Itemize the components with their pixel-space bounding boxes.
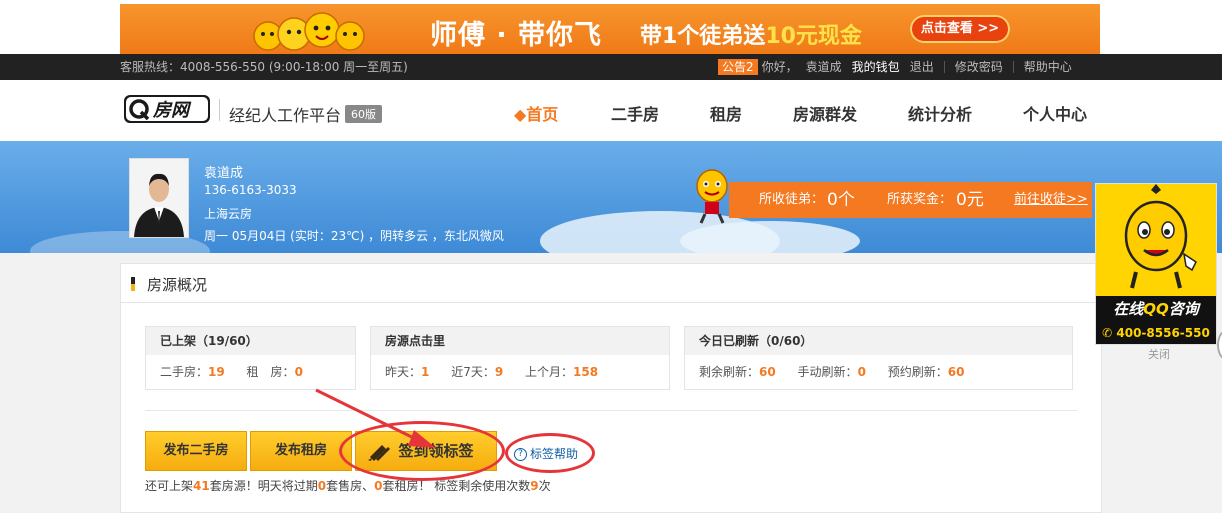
remain-label: 剩余刷新： [699, 365, 760, 379]
qq-mascot-icon [1124, 184, 1197, 289]
tag-remaining: 9 [530, 479, 539, 493]
status-segment: 套租房！ 标签剩余使用次数 [382, 479, 531, 493]
collect-apprentice-link[interactable]: 前往收徒>> [1014, 182, 1088, 218]
month-count: 158 [573, 365, 599, 379]
hotline-text: 客服热线：4008-556-550 (9:00-18:00 周一至周五) [120, 60, 408, 74]
profile-company: 上海云房 [204, 207, 253, 221]
banner-subline: 带1个徒弟送10元现金 [640, 18, 862, 50]
refresh-body: 剩余刷新：60 手动刷新：0 预约刷新：60 [685, 355, 1072, 389]
username-link[interactable]: 袁道成 [806, 54, 842, 80]
apprentice-reward-bar: 所收徒弟： 0个 所获奖金： 0元 前往收徒>> [729, 182, 1092, 218]
listed-header: 已上架（19/60） [146, 327, 355, 355]
banner-sub-text: 带1个徒弟送 [640, 24, 766, 49]
status-segment: 套售房、 [326, 479, 375, 493]
apprentice-count: 0个 [827, 190, 855, 210]
version-badge: 60版 [345, 105, 382, 123]
profile-phone: 136-6163-3033 [204, 183, 297, 197]
qq-phone: ✆ 400-8556-550 [1096, 322, 1216, 344]
scheduled-label: 预约刷新： [887, 365, 948, 379]
qq-title-prefix: 在线 [1113, 300, 1144, 318]
apprentice-label: 所收徒弟： [759, 192, 825, 207]
refresh-header: 今日已刷新（0/60） [685, 327, 1072, 355]
site-header: 房网 经纪人工作平台 60版 ◆首页 二手房 租房 房源群发 统计分析 个人中心 [0, 80, 1222, 142]
platform-title: 经纪人工作平台 [229, 106, 342, 125]
divider [145, 410, 1077, 411]
rent-label: 租 房： [246, 365, 295, 379]
banner-headline: 师傅 · 带你飞 [430, 20, 603, 51]
nav-second-hand[interactable]: 二手房 [611, 101, 659, 125]
qq-title-brand: QQ [1143, 300, 1169, 318]
divider [1012, 61, 1014, 73]
overview-panel: 房源概况 已上架（19/60） 二手房：19 租 房：0 房源点击里 昨天：1 … [120, 263, 1102, 513]
remain-count: 60 [759, 365, 776, 379]
side-scroll-handle[interactable] [1217, 330, 1222, 360]
panel-title: 房源概况 [147, 276, 208, 294]
remaining-listings: 41 [193, 479, 210, 493]
profile-banner: 袁道成 136-6163-3033 上海云房 周一 05月04日 (实时：23℃… [0, 141, 1222, 253]
refresh-card: 今日已刷新（0/60） 剩余刷新：60 手动刷新：0 预约刷新：60 [684, 326, 1073, 390]
listing-status-text: 还可上架41套房源！明天将过期0套售房、0套租房！ 标签剩余使用次数9次 [145, 477, 551, 494]
qq-close-link[interactable]: 关闭 [1148, 346, 1170, 362]
bonus-label: 所获奖金： [887, 192, 953, 207]
qfang-logo[interactable]: 房网 [124, 94, 212, 124]
bonus-amount: 0元 [956, 190, 984, 210]
yesterday-label: 昨天： [385, 365, 422, 379]
avatar[interactable] [129, 158, 189, 238]
expiring-sale: 0 [317, 479, 327, 493]
mascot-group-icon [253, 12, 365, 51]
nav-rent[interactable]: 租房 [710, 101, 742, 125]
profile-name: 袁道成 [204, 166, 244, 181]
nav-mass-publish[interactable]: 房源群发 [793, 101, 857, 125]
qq-consult-widget[interactable]: 在线QQ咨询 ✆ 400-8556-550 [1095, 183, 1217, 345]
greeting-text: 你好， [761, 60, 798, 74]
banner-amount: 10元现金 [765, 24, 862, 49]
svg-text:房网: 房网 [152, 100, 192, 121]
logo-icon: 房网 [124, 95, 210, 123]
clicks-header: 房源点击里 [371, 327, 669, 355]
top-utility-bar: 客服热线：4008-556-550 (9:00-18:00 周一至周五) 公告2… [0, 54, 1222, 80]
manual-label: 手动刷新： [797, 365, 858, 379]
second-hand-label: 二手房： [160, 365, 209, 379]
qq-title: 在线QQ咨询 [1096, 296, 1216, 322]
help-center-link[interactable]: 帮助中心 [1024, 54, 1072, 80]
mascot-icon [696, 169, 728, 224]
status-segment: 还可上架 [145, 479, 194, 493]
divider [943, 61, 945, 73]
panel-header: 房源概况 [121, 264, 1101, 303]
banner-area: 师傅 · 带你飞 带1个徒弟送10元现金 点击查看 >> [0, 0, 1222, 54]
clicks-card: 房源点击里 昨天：1 近7天：9 上个月：158 [370, 326, 670, 390]
week-count: 9 [494, 365, 504, 379]
divider [219, 99, 220, 121]
user-links: 公告2 你好， 袁道成 我的钱包 退出 修改密码 帮助中心 [718, 54, 1082, 80]
rent-count[interactable]: 0 [295, 365, 303, 379]
second-hand-count[interactable]: 19 [208, 365, 225, 379]
nav-home[interactable]: ◆首页 [514, 101, 558, 125]
week-label: 近7天： [451, 365, 495, 379]
banner-view-button[interactable]: 点击查看 >> [910, 15, 1010, 43]
change-password-link[interactable]: 修改密码 [955, 54, 1003, 80]
person-icon [130, 159, 188, 237]
status-segment: 套房源！明天将过期 [209, 479, 318, 493]
logout-link[interactable]: 退出 [910, 54, 934, 80]
qq-mascot-area [1096, 184, 1216, 296]
annotation-ring-help [505, 433, 595, 473]
notice-badge[interactable]: 公告2 [718, 59, 758, 75]
annotation-arrow-icon [315, 388, 436, 448]
qq-title-suffix: 咨询 [1168, 300, 1199, 318]
yesterday-count: 1 [421, 365, 430, 379]
nav-personal-center[interactable]: 个人中心 [1023, 101, 1087, 125]
promo-banner[interactable]: 师傅 · 带你飞 带1个徒弟送10元现金 点击查看 >> [120, 4, 1100, 54]
cloud-decoration [680, 221, 860, 253]
section-marker [131, 284, 135, 291]
manual-count: 0 [857, 365, 866, 379]
scheduled-count: 60 [947, 365, 965, 379]
nav-statistics[interactable]: 统计分析 [908, 101, 972, 125]
month-label: 上个月： [525, 365, 574, 379]
publish-second-hand-button[interactable]: 发布二手房 [145, 431, 247, 471]
wallet-link[interactable]: 我的钱包 [852, 54, 900, 80]
listed-card: 已上架（19/60） 二手房：19 租 房：0 [145, 326, 356, 390]
status-segment: 次 [538, 479, 551, 493]
profile-weather: 周一 05月04日 (实时：23℃) ，阴转多云 ，东北风微风 [204, 229, 504, 243]
